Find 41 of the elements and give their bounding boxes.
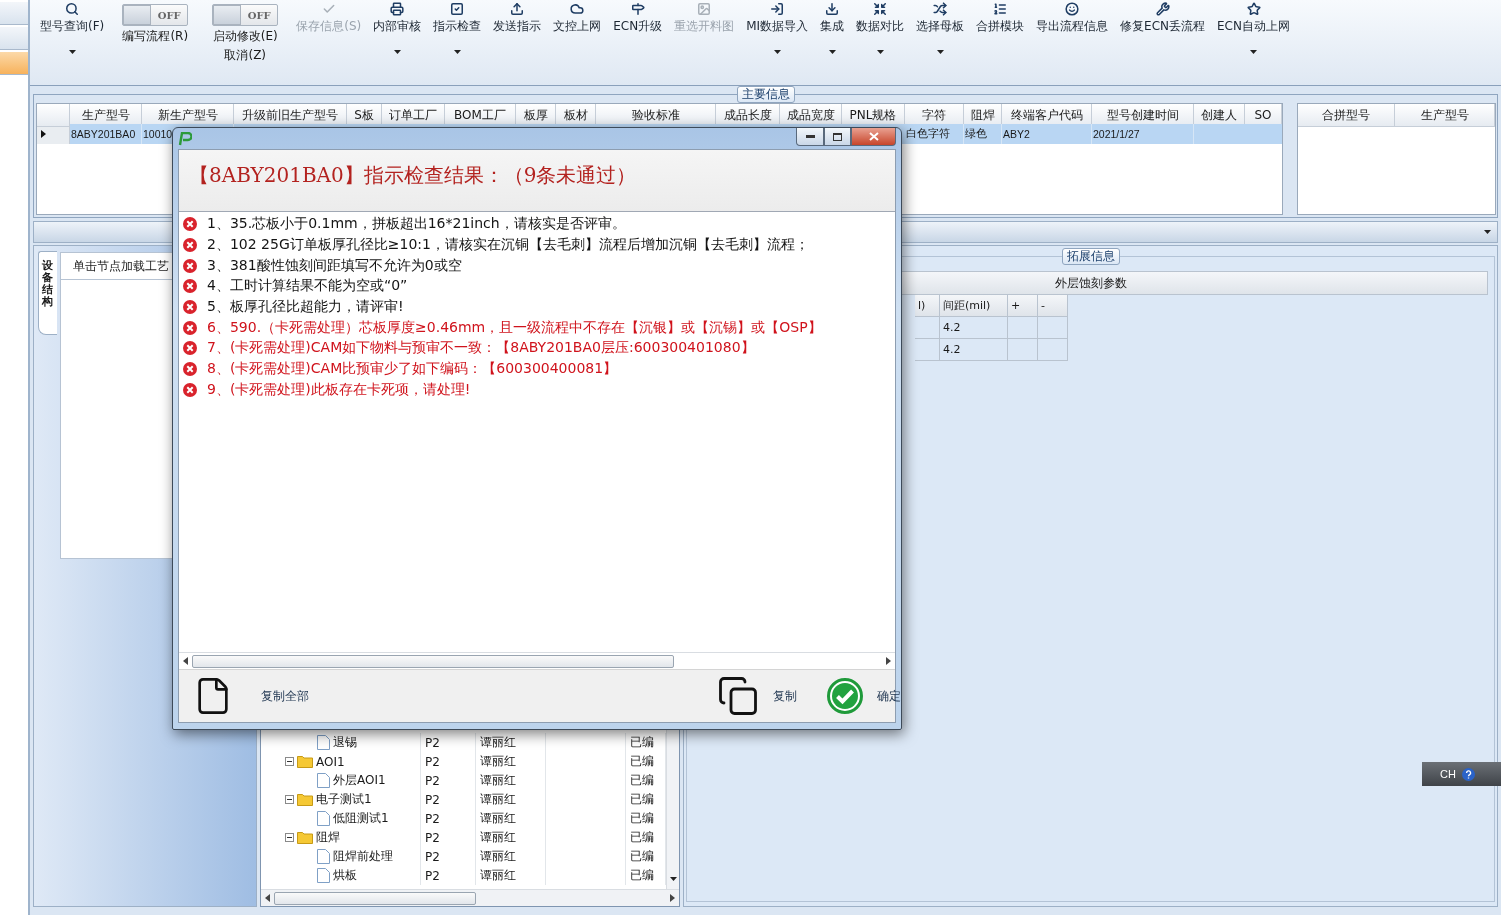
tree-cell: P2 — [421, 847, 476, 866]
section-legend: 拓展信息 — [1061, 248, 1120, 265]
table-cell: 绿色 — [964, 124, 1002, 144]
tree-cell: P2 — [421, 771, 476, 790]
issue-text: 5、板厚孔径比超能力，请评审! — [207, 298, 404, 317]
tree-cell: 谭丽红 — [476, 790, 546, 809]
issue-text: 8、(卡死需处理)CAM比预审少了如下编码：【600300400081】 — [207, 360, 618, 379]
tree-cell: 谭丽红 — [476, 752, 546, 771]
tree-cell: 谭丽红 — [476, 771, 546, 790]
tree-cell: 谭丽红 — [476, 733, 546, 752]
table-cell: 4.2 — [940, 317, 1008, 339]
tree-cell: P2 — [421, 809, 476, 828]
tree-cell: P2 — [421, 790, 476, 809]
column-header: + — [1008, 295, 1038, 317]
toggle-label: 启动修改(E) — [212, 28, 278, 45]
tree-cell: 谭丽红 — [476, 828, 546, 847]
table-cell: ABY2 — [1002, 124, 1092, 144]
issue-text: 2、102 25G订单板厚孔径比≥10:1，请核实在沉铜【去毛刺】流程后增加沉铜【去毛刺】流程； — [207, 236, 809, 255]
tree-cell: P2 — [421, 828, 476, 847]
toggle-label: 取消(Z) — [224, 47, 267, 64]
tree-cell: P2 — [421, 733, 476, 752]
issue-text: 4、工时计算结果不能为空或“0” — [207, 277, 408, 296]
table-cell: 8ABY201BA0 — [70, 124, 142, 144]
dialog-heading: 【8ABY201BA0】指示检查结果：（9条未通过） — [189, 162, 638, 189]
column-header: - — [1038, 295, 1068, 317]
column-header: l) — [915, 295, 940, 317]
tree-cell: 谭丽红 — [476, 809, 546, 828]
issue-text: 1、35.芯板小于0.1mm，拼板超出16*21inch，请核实是否评审。 — [207, 215, 626, 234]
issue-text: 9、(卡死需处理)此板存在卡死项，请处理! — [207, 380, 471, 399]
toggle-label: 编写流程(R) — [122, 28, 189, 45]
tree-cell: P2 — [421, 752, 476, 771]
table-cell: 4.2 — [940, 339, 1008, 361]
tree-cell: P2 — [421, 866, 476, 885]
table-cell: 白色字符 — [905, 124, 964, 144]
issue-text: 7、(卡死需处理)CAM如下物料与预审不一致：【8ABY201BA0层压:600300401080】 — [207, 339, 755, 358]
tree-cell: 谭丽红 — [476, 847, 546, 866]
table-cell: 2021/1/27 — [1092, 124, 1194, 144]
column-header: 间距(mil) — [940, 295, 1008, 317]
section-legend: 主要信息 — [736, 86, 795, 103]
tree-cell: 谭丽红 — [476, 866, 546, 885]
issue-text: 6、590.（卡死需处理）芯板厚度≥0.46mm，且一级流程中不存在【沉银】或【沉锡】或【OSP】 — [207, 318, 822, 337]
